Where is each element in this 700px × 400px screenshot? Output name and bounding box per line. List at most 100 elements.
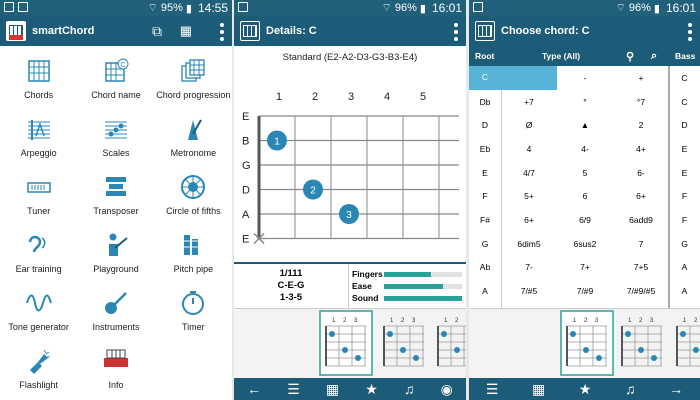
chord-type-cell[interactable]: 4/7 bbox=[501, 168, 557, 178]
chord-type-cell[interactable]: 6+ bbox=[501, 215, 557, 225]
chord-type-cell[interactable]: °7 bbox=[613, 97, 669, 107]
chord-type-cell[interactable]: 6+ bbox=[613, 191, 669, 201]
chord-grid-icon[interactable]: ▦ bbox=[326, 381, 339, 398]
chord-type-cell[interactable]: 6add9 bbox=[613, 215, 669, 225]
tool-tile[interactable]: Info bbox=[77, 346, 154, 400]
mini-chord-diagram[interactable]: 123 bbox=[437, 318, 466, 367]
tool-tile[interactable]: Chord progression bbox=[155, 56, 232, 114]
chord-type-cell[interactable]: 7- bbox=[501, 262, 557, 272]
overflow-menu-icon[interactable] bbox=[688, 23, 692, 41]
bass-cell[interactable]: E bbox=[669, 144, 700, 154]
bass-cell[interactable]: F bbox=[669, 215, 700, 225]
tool-tile[interactable]: Tuner bbox=[0, 172, 77, 230]
root-cell[interactable]: C bbox=[469, 66, 501, 90]
overflow-menu-icon[interactable] bbox=[220, 23, 224, 41]
star-icon[interactable]: ★ bbox=[579, 381, 592, 398]
bars-icon[interactable]: ☰ bbox=[486, 381, 499, 398]
bookmark-icon[interactable]: ⧉ bbox=[152, 23, 162, 40]
root-cell[interactable]: D bbox=[469, 120, 501, 130]
back-arrow-icon[interactable]: ← bbox=[247, 381, 261, 397]
tool-tile[interactable]: Metronome bbox=[155, 114, 232, 172]
chord-type-cell[interactable]: + bbox=[613, 73, 669, 83]
chord-type-cell[interactable]: 4- bbox=[557, 144, 613, 154]
star-icon[interactable]: ★ bbox=[365, 381, 378, 398]
play-icon[interactable]: ◉ bbox=[441, 381, 453, 398]
tool-tile[interactable]: Ear training bbox=[0, 230, 77, 288]
chord-type-cell[interactable]: 7 bbox=[613, 239, 669, 249]
chord-type-cell[interactable]: 7/#9 bbox=[557, 286, 613, 296]
strum-icon[interactable]: ♫ bbox=[625, 381, 636, 397]
chord-type-cell[interactable]: 5+ bbox=[501, 191, 557, 201]
chord-type-cell[interactable]: 6sus2 bbox=[557, 239, 613, 249]
bass-cell[interactable]: C bbox=[669, 73, 700, 83]
bass-cell[interactable]: G bbox=[669, 239, 700, 249]
chord-type-cell[interactable]: ° bbox=[557, 97, 613, 107]
root-cell[interactable]: E bbox=[469, 168, 501, 178]
root-cell[interactable]: A bbox=[469, 286, 501, 296]
voicing-strip[interactable]: 123123123 bbox=[469, 308, 700, 378]
rating-bar-fill bbox=[384, 283, 443, 289]
bass-cell[interactable]: C bbox=[669, 97, 700, 107]
forward-arrow-icon[interactable]: → bbox=[669, 381, 683, 397]
filter-icon[interactable]: ⚲ bbox=[626, 50, 634, 63]
fretboard-diagram[interactable]: 1 2 3 4 5 E BG DA E 1 2 3 bbox=[234, 86, 466, 256]
chord-type-cell[interactable]: 7/#9/#5 bbox=[613, 286, 669, 296]
chord-type-cell[interactable]: 7+ bbox=[557, 262, 613, 272]
column-header-bar: Root Type (All) ⚲ ⌕ Bass bbox=[469, 46, 700, 66]
chord-type-cell[interactable]: 7/#5 bbox=[501, 286, 557, 296]
choose-bottom-nav: ☰ ▦ ★ ♫ → bbox=[469, 378, 700, 400]
root-cell[interactable]: Db bbox=[469, 97, 501, 107]
tool-tile[interactable]: Scales bbox=[77, 114, 154, 172]
mini-chord-diagram[interactable]: 123 bbox=[676, 318, 700, 367]
search-icon[interactable]: ⌕ bbox=[651, 50, 657, 63]
root-cell[interactable]: Ab bbox=[469, 262, 501, 272]
type-filter-header[interactable]: Type (All) bbox=[542, 51, 580, 61]
chord-grid-icon[interactable]: ▦ bbox=[532, 381, 545, 398]
root-cell[interactable]: F# bbox=[469, 215, 501, 225]
tool-tile[interactable]: Arpeggio bbox=[0, 114, 77, 172]
root-cell[interactable]: G bbox=[469, 239, 501, 249]
chord-type-cell[interactable]: 6- bbox=[613, 168, 669, 178]
mini-chord-diagram[interactable]: 123 bbox=[319, 310, 373, 376]
tool-tile[interactable]: Circle of fifths bbox=[155, 172, 232, 230]
mini-chord-diagram[interactable]: 123 bbox=[383, 318, 424, 367]
tool-tile[interactable]: Timer bbox=[155, 288, 232, 346]
mini-chord-diagram[interactable]: 123 bbox=[560, 310, 614, 376]
chord-type-cell[interactable]: Ø bbox=[501, 120, 557, 130]
chord-type-cell[interactable] bbox=[501, 66, 557, 90]
chord-type-cell[interactable]: 5 bbox=[557, 168, 613, 178]
tool-tile[interactable]: Flashlight bbox=[0, 346, 77, 400]
voicing-strip[interactable]: 123123123 bbox=[234, 308, 466, 378]
mini-chord-diagram[interactable]: 123 bbox=[621, 318, 662, 367]
chord-notes: C-E-G bbox=[277, 280, 305, 291]
tool-tile[interactable]: Pitch pipe bbox=[155, 230, 232, 288]
chord-type-cell[interactable]: 7+5 bbox=[613, 262, 669, 272]
chord-type-cell[interactable]: 6/9 bbox=[557, 215, 613, 225]
tool-tile[interactable]: Tone generator bbox=[0, 288, 77, 346]
tool-tile[interactable]: Playground bbox=[77, 230, 154, 288]
bass-cell[interactable]: E bbox=[669, 168, 700, 178]
chord-type-cell[interactable]: ▲ bbox=[557, 120, 613, 130]
chord-type-cell[interactable]: 6dim5 bbox=[501, 239, 557, 249]
chord-type-cell[interactable]: 2 bbox=[613, 120, 669, 130]
bass-cell[interactable]: A bbox=[669, 262, 700, 272]
root-cell[interactable]: F bbox=[469, 191, 501, 201]
tool-tile[interactable]: Instruments bbox=[77, 288, 154, 346]
chord-type-cell[interactable]: 4 bbox=[501, 144, 557, 154]
tool-tile[interactable]: Transposer bbox=[77, 172, 154, 230]
tool-tile[interactable]: C Chord name bbox=[77, 56, 154, 114]
overflow-menu-icon[interactable] bbox=[454, 23, 458, 41]
bass-cell[interactable]: F bbox=[669, 191, 700, 201]
bars-icon[interactable]: ☰ bbox=[287, 381, 300, 398]
chord-type-cell[interactable]: 6 bbox=[557, 191, 613, 201]
tool-tile[interactable]: Chords bbox=[0, 56, 77, 114]
bass-cell[interactable]: D bbox=[669, 120, 700, 130]
strum-icon[interactable]: ♫ bbox=[404, 381, 415, 397]
root-cell[interactable]: Eb bbox=[469, 144, 501, 154]
chord-grid-icon[interactable]: ▦ bbox=[180, 23, 192, 39]
chord-type-cell[interactable]: +7 bbox=[501, 97, 557, 107]
chord-type-cell[interactable]: - bbox=[557, 73, 613, 83]
chord-type-cell[interactable]: 4+ bbox=[613, 144, 669, 154]
bass-cell[interactable]: A bbox=[669, 286, 700, 296]
battery-percent: 95% bbox=[160, 2, 183, 14]
